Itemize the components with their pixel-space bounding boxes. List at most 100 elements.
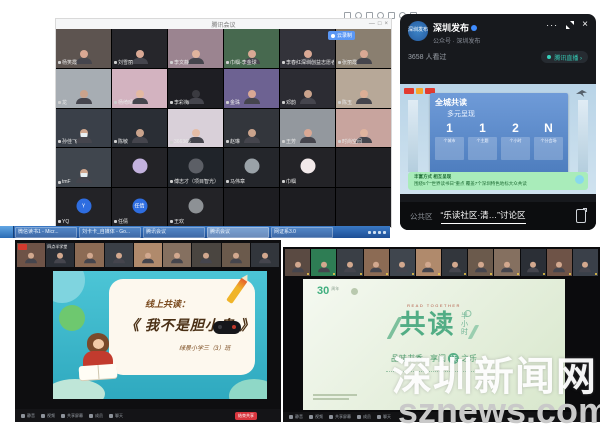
participant-tile[interactable]: 366366 [168,109,223,148]
participant-tile[interactable] [336,188,391,227]
taskbar-item[interactable]: 刘卡卡_自媒体 - Go... [79,227,141,238]
rotate-phone-icon[interactable] [576,209,586,223]
video-thumbnail[interactable] [75,243,103,267]
close-button[interactable]: × [384,20,388,28]
video-thumbnail[interactable] [337,249,362,276]
participant-tile[interactable]: 巾帼-李金球 [224,29,279,68]
participant-tile[interactable]: 时尚空间 [336,109,391,148]
video-thumbnail[interactable] [251,243,279,267]
聊天-icon[interactable] [109,414,113,418]
more-icon[interactable]: ··· [546,22,558,28]
participant-tile[interactable] [224,188,279,227]
participant-tile[interactable]: 任倩任倩 [112,188,167,227]
taskbar-item[interactable]: 微信读书1 - Micr... [15,227,77,238]
video-thumbnail[interactable] [494,249,519,276]
participant-tile[interactable]: 孙佳飞 [56,109,111,148]
participant-tile[interactable]: 巾帼 [280,148,335,187]
participant-name: 陈玉 [338,99,352,106]
face-silhouette [76,90,92,104]
video-thumbnail[interactable] [222,243,250,267]
participant-tile[interactable]: tmF [56,148,111,187]
视频-icon[interactable] [41,414,45,418]
video-thumbnail[interactable] [163,243,191,267]
participant-tile[interactable]: 李彩梅 [168,69,223,108]
stream-footer: 公共区 “乐读社区·清…”讨论区 [400,202,596,230]
video-thumbnail[interactable] [573,249,598,276]
video-thumbnail[interactable] [468,249,493,276]
video-thumbnail[interactable] [442,249,467,276]
meeting-panel-right: 30 周年 READ TOGETHER 共读 半小时 品味书香 · 享阅 读 之… [283,247,600,422]
live-video-area[interactable]: 全城共读 多元呈现 1个城市1个主题2个小时N个分会场 丰富方式 相互呈现 围绕… [400,84,596,194]
video-thumbnail[interactable] [105,243,133,267]
静音-icon[interactable] [289,415,293,419]
mic-icon [338,140,341,143]
participant-tile[interactable]: 陈玉 [336,69,391,108]
mic-icon [114,220,117,223]
maximize-button[interactable]: □ [378,20,382,28]
video-thumbnail[interactable] [192,243,220,267]
mic-icon [338,61,341,64]
taskbar-item[interactable]: 腾讯会议 [207,227,269,238]
face-silhouette [422,262,434,273]
participant-tile[interactable]: 刘雪丽 [112,29,167,68]
video-thumbnail[interactable] [547,249,572,276]
board-column: 2个小时 [501,122,530,160]
participant-tile[interactable]: 金珠 [224,69,279,108]
name-text: 龙 [62,99,67,106]
participant-tile[interactable] [280,188,335,227]
taskbar-item[interactable]: 网证系3.0 [271,227,333,238]
聊天-icon[interactable] [377,415,381,419]
video-thumbnail[interactable] [311,249,336,276]
video-thumbnail[interactable] [390,249,415,276]
video-thumbnail[interactable]: 四点半学堂 [46,243,74,267]
start-button[interactable] [0,226,14,238]
participant-tile[interactable]: 王芳 [280,109,335,148]
共享屏幕-icon[interactable] [61,414,65,418]
共享屏幕-icon[interactable] [329,415,333,419]
participant-tile[interactable]: 傅志才（项目智光） [168,148,223,187]
mic-icon [58,101,61,104]
participant-tile[interactable] [336,148,391,187]
end-share-button[interactable]: 结束共享 [235,412,257,420]
mic-active-icon [569,273,571,275]
dotted-divider [386,371,482,372]
cloud-recording-badge[interactable]: 云录制 [328,31,355,40]
成员-icon[interactable] [357,415,361,419]
video-thumbnail[interactable] [285,249,310,276]
system-tray[interactable] [368,231,390,234]
participant-tile[interactable]: 李文静 [168,29,223,68]
video-thumbnail[interactable] [134,243,162,267]
discussion-topic-tab[interactable]: “乐读社区·清…”讨论区 [441,209,526,224]
participant-tile[interactable]: YYQ [56,188,111,227]
minimize-button[interactable]: — [369,20,375,28]
live-badge[interactable]: 腾讯直播 › [541,51,588,63]
participant-tile[interactable]: 王欢 [168,188,223,227]
成员-icon[interactable] [89,414,93,418]
close-icon[interactable]: × [582,21,588,29]
静音-icon[interactable] [21,414,25,418]
video-thumbnail[interactable] [521,249,546,276]
taskbar-item[interactable]: 腾讯会议 [143,227,205,238]
thumbnail-strip [285,249,598,276]
video-thumbnail[interactable] [416,249,441,276]
video-thumbnail[interactable] [17,243,45,267]
participant-tile[interactable]: 李春红深圳创益志愿者协会 [280,29,335,68]
face-silhouette [370,262,382,273]
mic-icon [170,61,173,64]
participant-tile[interactable]: 马伟章 [224,148,279,187]
视频-icon[interactable] [309,415,313,419]
face-silhouette [132,129,148,143]
mic-icon [58,61,61,64]
participant-tile[interactable]: 赵琳 [224,109,279,148]
participant-tile[interactable] [112,148,167,187]
participant-tile[interactable]: 杨笑霞 [56,29,111,68]
head [304,50,312,58]
expand-icon[interactable] [566,21,574,29]
participant-tile[interactable]: 邓韵 [280,69,335,108]
participant-tile[interactable]: 杨绮晴 [112,69,167,108]
participant-tile[interactable]: 龙 [56,69,111,108]
avatar[interactable]: 深圳发布 [408,21,428,41]
participant-tile[interactable]: 陈敏 [112,109,167,148]
video-thumbnail[interactable] [364,249,389,276]
shoulders [188,98,204,104]
